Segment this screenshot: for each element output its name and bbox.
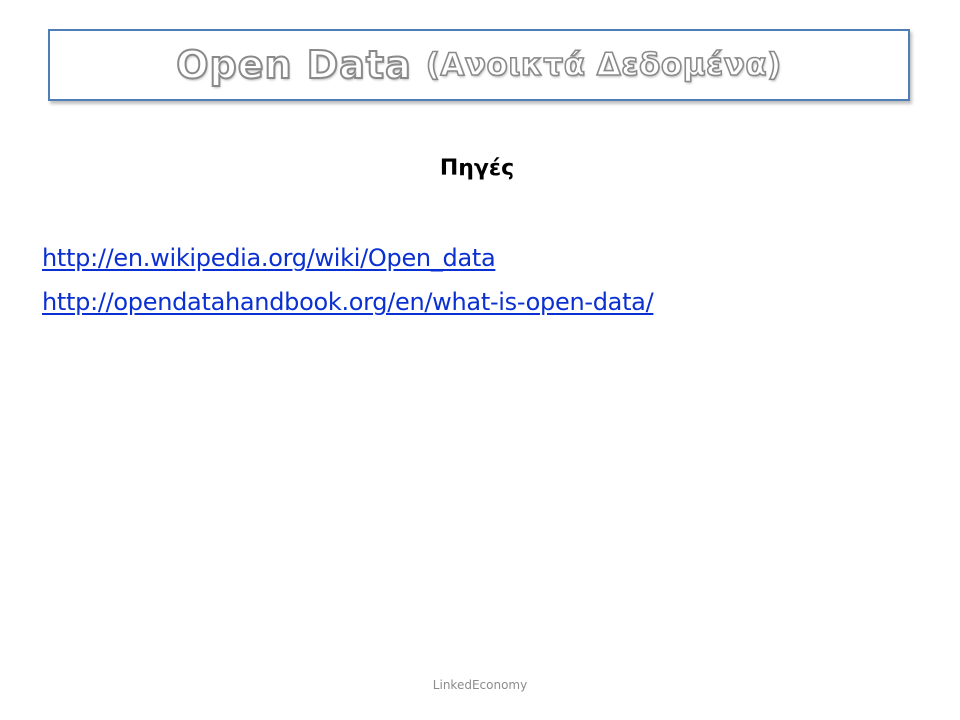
list-item: http://opendatahandbook.org/en/what-is-o… <box>42 288 654 332</box>
sources-heading: Πηγές <box>439 156 515 181</box>
slide-title: Open Data <box>175 43 412 87</box>
wikipedia-open-data-link[interactable]: http://en.wikipedia.org/wiki/Open_data <box>42 244 496 272</box>
list-item: http://en.wikipedia.org/wiki/Open_data <box>42 244 653 288</box>
slide-title-subtitle: (Ανοικτά Δεδομένα) <box>425 46 782 83</box>
sources-list: http://en.wikipedia.org/wiki/Open_data h… <box>42 244 654 332</box>
open-data-handbook-link[interactable]: http://opendatahandbook.org/en/what-is-o… <box>42 288 654 316</box>
footer-label: LinkedEconomy <box>432 678 528 692</box>
title-box: Open Data (Ανοικτά Δεδομένα) <box>48 29 910 101</box>
